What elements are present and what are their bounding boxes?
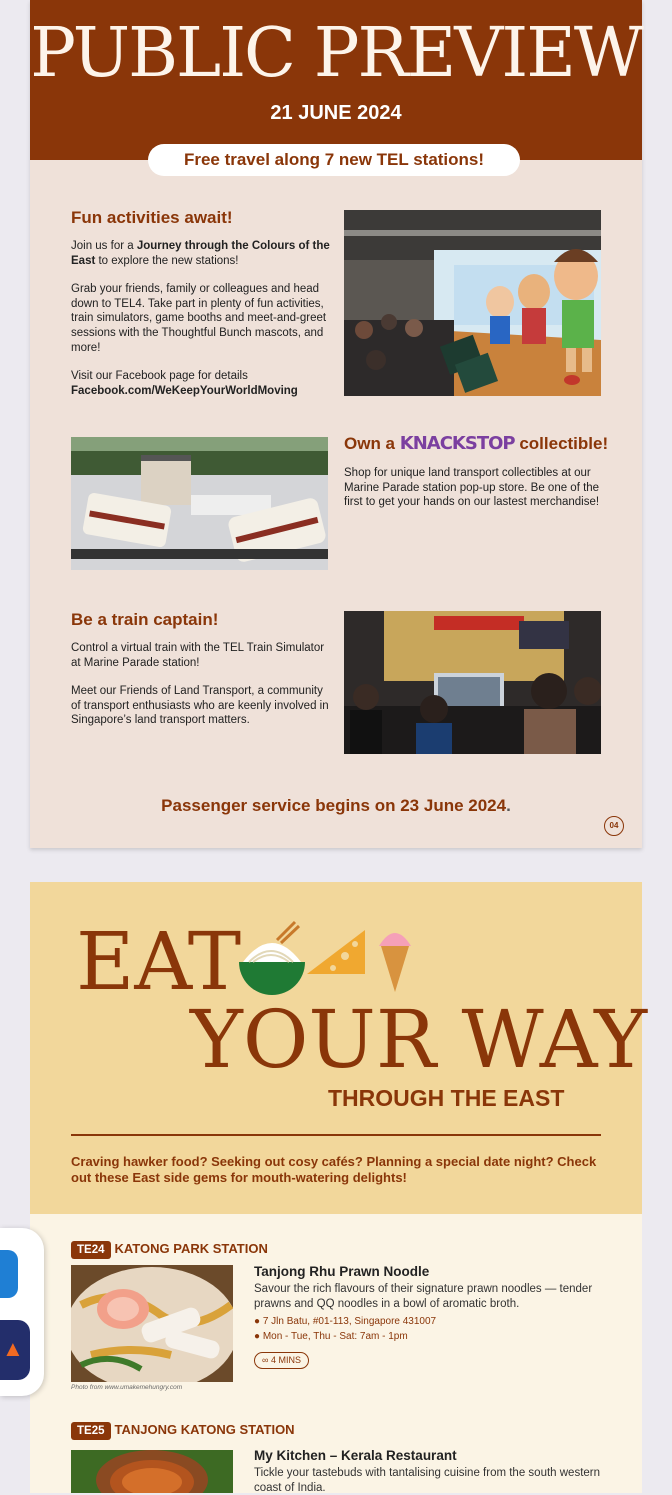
service-start-note: Passenger service begins on 23 June 2024… [30,796,642,816]
eat-hero: EAT YOUR WAY THROUGH THE EAST Craving ha… [30,882,647,1214]
eat-word: EAT [76,915,242,1008]
eat-your-way-page: EAT YOUR WAY THROUGH THE EAST Craving ha… [30,882,647,1494]
preview-hero: PUBLIC PREVIEW 21 JUNE 2024 [30,0,644,160]
collectible-heading: Own a KNACKSTOP collectible! [344,433,608,454]
eat-intro: Craving hawker food? Seeking out cosy ca… [71,1154,597,1185]
activities-heading: Fun activities await! [71,208,233,227]
food-name: Tanjong Rhu Prawn Noodle [254,1264,430,1279]
page-number: 04 [604,816,624,836]
map-pin-icon: ● [254,1316,261,1327]
address: 7 Jln Batu, #01-113, Singapore 431007 [262,1316,437,1327]
walk-icon: ∞ [262,1355,269,1365]
walk-time: 4 MINS [270,1355,301,1365]
through-the-east: THROUGH THE EAST [328,1085,565,1111]
clock-icon: ● [254,1331,261,1342]
station-name: TANJONG KATONG STATION [114,1422,295,1437]
pill-highlight: Free travel [183,150,270,169]
food-description: Savour the rich flavours of their signat… [254,1283,593,1310]
preview-date: 21 JUNE 2024 [270,102,402,124]
captain-text: Control a virtual train with the TEL Tra… [71,641,333,742]
address-row: ● 7 Jln Batu, #01-113, Singapore 431007 [254,1314,436,1329]
station-header: TE25 TANJONG KATONG STATION [71,1421,295,1440]
walk-time-badge: ∞ 4 MINS [254,1352,309,1369]
train-model-photo [71,437,328,570]
kerala-food-photo [71,1450,233,1493]
food-description: Tickle your tastebuds with tantalising c… [254,1467,601,1494]
simulator-photo [344,611,601,754]
activities-text: Join us for a Journey through the Colour… [71,239,333,398]
activities-p1-a: Join us for a [71,240,137,252]
photo-credit: Photo from www.umakemehungry.com [71,1384,183,1391]
noodle-bowl-icon [239,920,411,995]
shield-app-icon[interactable] [0,1250,18,1298]
hours-row: ● Mon - Tue, Thu - Sat: 7am - 1pm [254,1329,408,1344]
station-header: TE24 KATONG PARK STATION [71,1240,268,1259]
activities-p1-b: to explore the new stations! [95,254,239,267]
preview-title: PUBLIC PREVIEW [30,14,644,93]
launcher-app-icon[interactable]: ▲ [0,1320,30,1380]
public-preview-page: PUBLIC PREVIEW 21 JUNE 2024 Free travel … [30,0,644,848]
knackstop-logo: KNACKSTOP [399,433,516,454]
food-icons [237,918,417,998]
captain-p2: Meet our Friends of Land Transport, a co… [71,685,329,727]
opening-hours: Mon - Tue, Thu - Sat: 7am - 1pm [262,1331,408,1342]
pill-rest: along 7 new TEL stations! [269,150,485,169]
service-dot: . [506,796,511,815]
facebook-link[interactable]: Facebook.com/WeKeepYourWorldMoving [71,384,333,399]
prawn-noodle-photo [71,1265,233,1382]
collectible-heading-a: Own a [344,434,396,453]
activities-p2: Grab your friends, family or colleagues … [71,283,327,354]
your-way-word: YOUR WAY [190,993,648,1086]
divider [71,1134,601,1136]
mascot-event-photo [344,210,601,396]
station-code: TE24 [71,1241,111,1259]
free-travel-banner: Free travel along 7 new TEL stations! [148,144,520,176]
captain-heading: Be a train captain! [71,610,219,629]
captain-p1: Control a virtual train with the TEL Tra… [71,642,325,669]
station-code: TE25 [71,1422,111,1440]
activities-p3: Visit our Facebook page for details [71,370,248,383]
floating-app-dock[interactable]: ▲ [0,1228,44,1396]
food-name: My Kitchen – Kerala Restaurant [254,1448,457,1463]
service-text: Passenger service begins on 23 June 2024 [161,796,507,815]
collectible-heading-b: collectible! [519,434,609,453]
station-name: KATONG PARK STATION [114,1241,268,1256]
collectible-text: Shop for unique land transport collectib… [344,467,600,509]
